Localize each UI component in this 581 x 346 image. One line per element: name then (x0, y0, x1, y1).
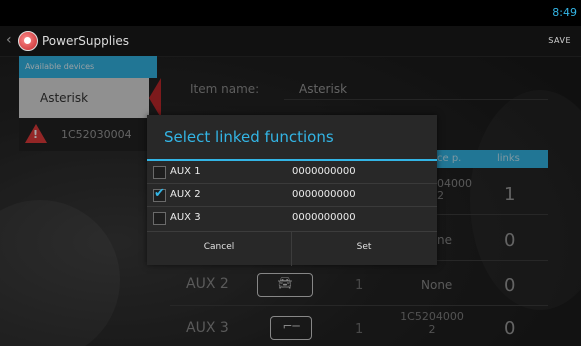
checkbox[interactable] (153, 212, 166, 225)
clock: 8:49 (552, 6, 577, 19)
cancel-button-label: Cancel (203, 242, 235, 252)
function-option-aux-2[interactable]: ✔ AUX 2 0000000000 (147, 184, 437, 207)
app-title: PowerSupplies (42, 34, 130, 48)
set-button[interactable]: Set (292, 232, 436, 266)
dialog-button-bar: Cancel Set (147, 231, 437, 266)
set-button-label: Set (356, 242, 372, 252)
checkbox[interactable] (153, 166, 166, 179)
cancel-button[interactable]: Cancel (147, 232, 291, 266)
action-bar: ‹ PowerSupplies SAVE (0, 26, 581, 57)
select-linked-functions-dialog: Select linked functions AUX 1 0000000000… (147, 115, 437, 266)
back-chevron-icon[interactable]: ‹ (6, 32, 12, 48)
function-option-aux-3[interactable]: AUX 3 0000000000 (147, 207, 437, 229)
save-button[interactable]: SAVE (548, 36, 571, 45)
function-option-aux-1[interactable]: AUX 1 0000000000 (147, 161, 437, 184)
dialog-title: Select linked functions (164, 128, 334, 146)
option-value: 0000000000 (292, 166, 356, 177)
option-label: AUX 3 (170, 212, 201, 223)
checkmark-icon: ✔ (154, 186, 165, 201)
screen: 8:49 ‹ PowerSupplies SAVE Available devi… (0, 0, 581, 346)
checkbox-checked[interactable]: ✔ (153, 186, 166, 202)
app-icon[interactable] (18, 31, 38, 51)
option-label: AUX 1 (170, 166, 201, 177)
status-bar: 8:49 (0, 0, 581, 26)
option-value: 0000000000 (292, 189, 356, 200)
option-value: 0000000000 (292, 212, 356, 223)
option-label: AUX 2 (170, 189, 201, 200)
